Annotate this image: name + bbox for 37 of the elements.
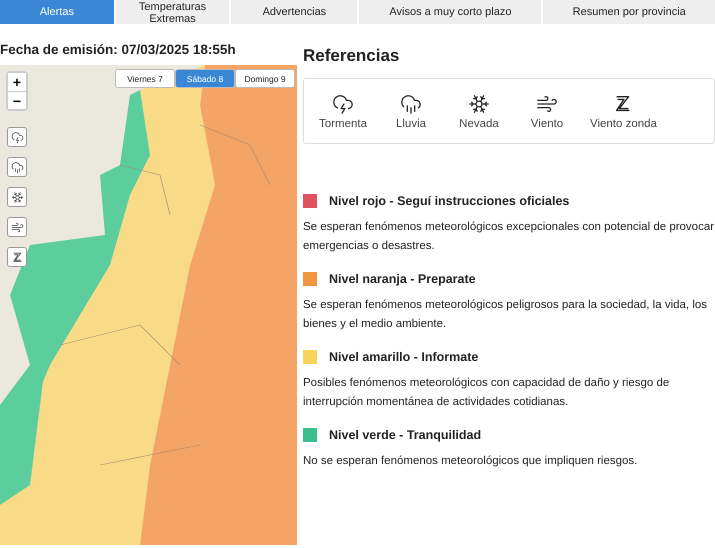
tab[interactable]: Temperaturas Extremas xyxy=(116,0,230,24)
cloud-rain-icon xyxy=(10,160,24,174)
wind-icon xyxy=(10,220,24,234)
level-title: Nivel verde - Tranquilidad xyxy=(329,428,482,442)
level-title: Nivel rojo - Seguí instrucciones oficiales xyxy=(329,194,570,208)
level-title: Nivel naranja - Preparate xyxy=(329,272,476,286)
level-description: No se esperan fenómenos meteorológicos que impliquen riesgos. xyxy=(303,454,638,469)
phenomenon-label: Viento xyxy=(530,118,564,130)
zigzag-icon xyxy=(10,250,24,264)
day-button[interactable]: Viernes 7 xyxy=(115,69,175,88)
phenomenon-label: Viento zonda xyxy=(590,118,657,130)
tab[interactable]: Avisos a muy corto plazo xyxy=(359,0,542,24)
level-description: Se esperan fenómenos meteorológicos excepcionales con potencial de provocar emergencias o desastres. xyxy=(303,220,715,254)
layer-button[interactable] xyxy=(7,187,27,207)
level-description: Se esperan fenómenos meteorológicos peligrosos para la sociedad, la vida, los bienes y el medio ambiente. xyxy=(303,298,708,332)
tab[interactable]: Advertencias xyxy=(231,0,358,24)
level-title: Nivel amarillo - Informate xyxy=(329,350,478,364)
day-button[interactable]: Sábado 8 xyxy=(175,69,235,88)
layer-button[interactable] xyxy=(7,247,27,267)
issue-date: Fecha de emisión: 07/03/2025 18:55h xyxy=(0,42,237,57)
day-button[interactable]: Domingo 9 xyxy=(235,69,295,88)
layer-button[interactable] xyxy=(7,217,27,237)
cloud-lightning-icon xyxy=(332,92,354,114)
snowflake-icon xyxy=(468,92,490,114)
zoom-out-button[interactable]: − xyxy=(8,91,26,109)
phenomenon-label: Tormenta xyxy=(319,118,367,130)
layer-button[interactable] xyxy=(7,157,27,177)
references-title: Referencias xyxy=(303,46,400,66)
cloud-lightning-icon xyxy=(10,130,24,144)
cloud-rain-icon xyxy=(400,92,422,114)
tab[interactable]: Resumen por provincia xyxy=(543,0,715,24)
level-description: Posibles fenómenos meteorológicos con capacidad de daño y riesgo de interrupción momentánea de actividades cotidianas. xyxy=(303,376,670,410)
snowflake-icon xyxy=(10,190,24,204)
layer-button[interactable] xyxy=(7,127,27,147)
phenomenon-label: Lluvia xyxy=(396,118,426,130)
tab[interactable]: Alertas xyxy=(0,0,114,24)
phenomenon-label: Nevada xyxy=(459,118,499,130)
